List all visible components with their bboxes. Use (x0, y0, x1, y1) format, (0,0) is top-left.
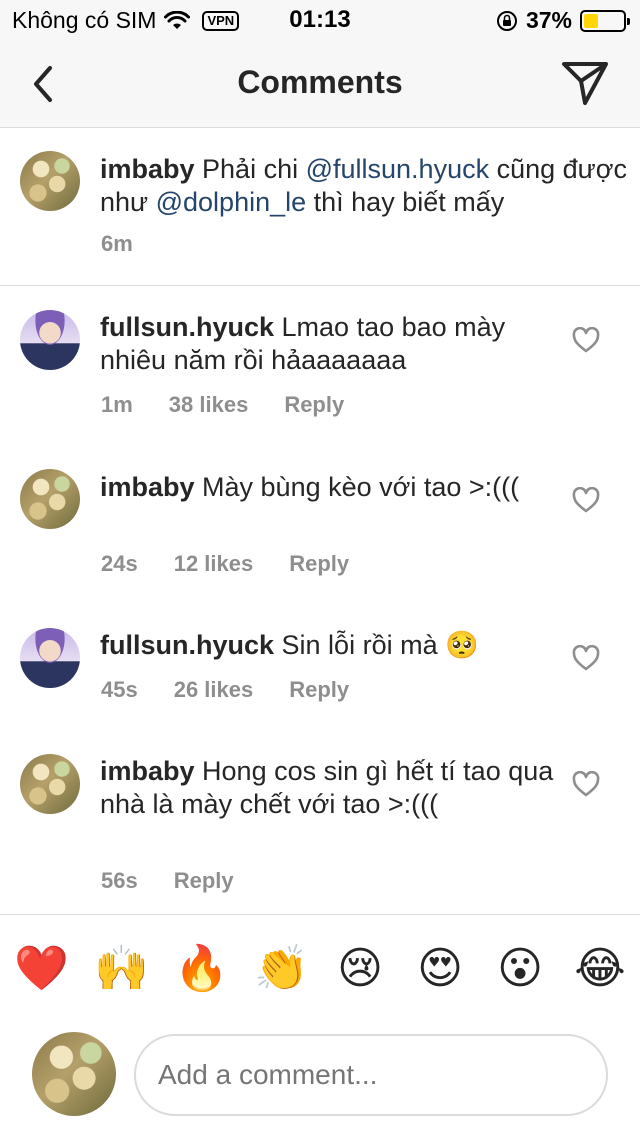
likes-count[interactable]: 38 likes (169, 392, 249, 418)
caption: imbaby Phải chi @fullsun.hyuck cũng được… (0, 129, 640, 286)
battery-level (584, 13, 599, 28)
fire-emoji-button[interactable]: 🔥 (174, 943, 229, 995)
comment-time: 6m (101, 231, 133, 256)
comment-item: imbaby Hong cos sin gì hết tí tao qua nh… (0, 737, 640, 914)
likes-count[interactable]: 12 likes (174, 551, 254, 577)
caption-username[interactable]: imbaby (100, 154, 195, 184)
comment-username[interactable]: fullsun.hyuck (100, 630, 274, 660)
nav-bar: Comments (0, 40, 640, 128)
crying-emoji-button[interactable]: 😢 (334, 943, 386, 995)
mention-link[interactable]: @fullsun.hyuck (306, 154, 490, 184)
battery-percent: 37% (525, 7, 572, 33)
reply-button[interactable]: Reply (284, 392, 344, 418)
reply-button[interactable]: Reply (289, 551, 349, 577)
like-heart-icon[interactable] (572, 327, 600, 353)
avatar[interactable] (20, 310, 80, 370)
clapping-emoji-button[interactable]: 👏 (254, 943, 309, 995)
comment-item: fullsun.hyuck Lmao tao bao mày nhiêu năm… (0, 287, 640, 447)
avatar[interactable] (20, 628, 80, 688)
like-heart-icon[interactable] (572, 645, 600, 671)
comment-body: Sin lỗi rồi mà 🥺 (274, 630, 479, 660)
heart-eyes-emoji-button[interactable]: 😍 (414, 943, 466, 995)
battery-icon (580, 9, 630, 32)
heart-emoji-button[interactable]: ❤️ (14, 943, 69, 995)
rotation-lock-icon (496, 10, 517, 31)
comment-time: 1m (101, 392, 133, 417)
emoji-bar: ❤️ 🙌 🔥 👏 😢 😍 😮 😂 (0, 914, 640, 1022)
comment-meta: 1m 38 likes Reply (101, 392, 344, 418)
comment-text: imbaby Mày bùng kèo với tao >:((( (100, 471, 570, 504)
comment-meta: 45s 26 likes Reply (101, 677, 349, 703)
direct-send-icon[interactable] (560, 60, 610, 106)
comment-input[interactable] (134, 1034, 608, 1116)
comment-meta: 56s Reply (101, 868, 234, 894)
comment-username[interactable]: fullsun.hyuck (100, 312, 274, 342)
comment-text: fullsun.hyuck Lmao tao bao mày nhiêu năm… (100, 311, 570, 377)
mention-link[interactable]: @dolphin_le (156, 187, 307, 217)
comment-time: 45s (101, 677, 138, 702)
comment-body: Mày bùng kèo với tao >:((( (194, 472, 520, 502)
like-heart-icon[interactable] (572, 487, 600, 513)
status-bar: Không có SIM VPN 01:13 37% (0, 0, 640, 40)
caption-text-3: thì hay biết mấy (306, 187, 505, 217)
comment-item: fullsun.hyuck Sin lỗi rồi mà 🥺 45s 26 li… (0, 607, 640, 737)
laughing-emoji-button[interactable]: 😂 (574, 943, 626, 995)
avatar[interactable] (20, 754, 80, 814)
comment-text: imbaby Hong cos sin gì hết tí tao qua nh… (100, 755, 570, 821)
comment-time: 24s (101, 551, 138, 576)
comment-composer (0, 1022, 640, 1136)
likes-count[interactable]: 26 likes (174, 677, 254, 703)
own-avatar (32, 1032, 116, 1116)
comment-meta: 24s 12 likes Reply (101, 551, 349, 577)
reply-button[interactable]: Reply (289, 677, 349, 703)
caption-text-1: Phải chi (194, 154, 306, 184)
comment-item: imbaby Mày bùng kèo với tao >:((( 24s 12… (0, 447, 640, 607)
avatar[interactable] (20, 151, 80, 211)
reply-button[interactable]: Reply (174, 868, 234, 894)
comment-username[interactable]: imbaby (100, 756, 195, 786)
caption-text: imbaby Phải chi @fullsun.hyuck cũng được… (100, 153, 630, 219)
like-heart-icon[interactable] (572, 771, 600, 797)
caption-meta: 6m (101, 231, 133, 257)
comment-time: 56s (101, 868, 138, 893)
comment-text: fullsun.hyuck Sin lỗi rồi mà 🥺 (100, 629, 570, 662)
status-right: 37% (496, 7, 630, 34)
raising-hands-emoji-button[interactable]: 🙌 (94, 943, 149, 995)
avatar[interactable] (20, 469, 80, 529)
surprised-emoji-button[interactable]: 😮 (494, 943, 546, 995)
comment-username[interactable]: imbaby (100, 472, 195, 502)
page-title: Comments (237, 64, 403, 100)
